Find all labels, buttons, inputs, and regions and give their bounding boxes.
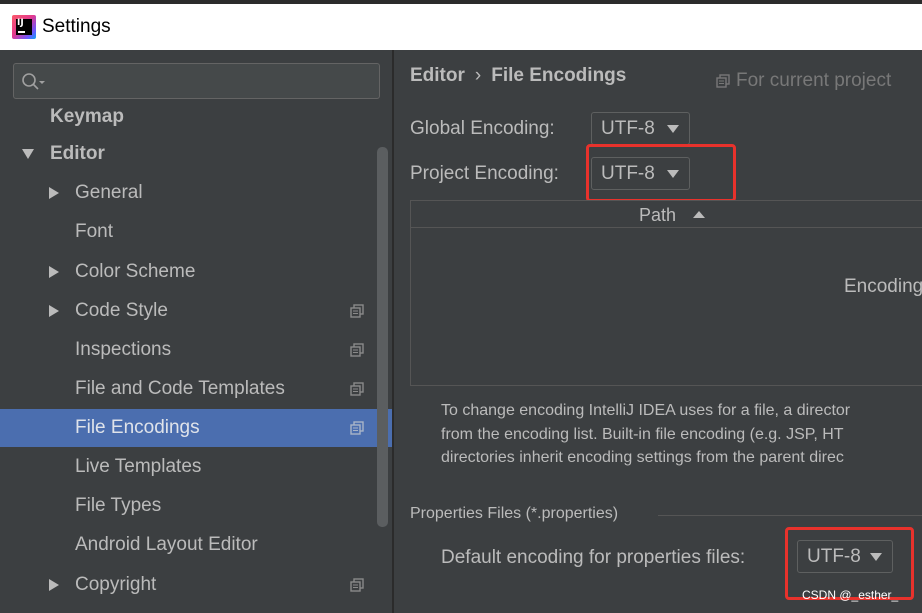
sidebar-item-label: File Encodings (75, 417, 200, 438)
sidebar-item-color-scheme[interactable]: Color Scheme (0, 253, 393, 291)
project-scope-icon (350, 343, 364, 357)
help-description: To change encoding IntelliJ IDEA uses fo… (441, 399, 850, 470)
sidebar-item-android-layout-editor[interactable]: Android Layout Editor (0, 526, 393, 564)
group-divider (658, 515, 922, 516)
sidebar-item-label: Font (75, 221, 114, 242)
scope-hint-label: For current project (736, 70, 892, 91)
sidebar-item-code-style[interactable]: Code Style (0, 292, 393, 330)
watermark: CSDN @_esther_ (802, 588, 899, 602)
column-header-encoding[interactable]: Encoding (844, 276, 922, 298)
settings-sidebar: Keymap Editor General Font Color Scheme … (0, 50, 393, 613)
help-line: from the encoding list. Built-in file en… (441, 425, 844, 443)
properties-group-title: Properties Files (*.properties) (410, 505, 619, 522)
sidebar-item-general[interactable]: General (0, 174, 393, 212)
project-scope-icon (350, 421, 364, 435)
intellij-idea-icon: IJ (12, 15, 36, 39)
sort-ascending-icon (693, 211, 705, 218)
expand-arrow-icon[interactable] (21, 147, 35, 161)
properties-default-label: Default encoding for properties files: (441, 547, 746, 568)
project-scope-icon (716, 74, 730, 88)
help-line: To change encoding IntelliJ IDEA uses fo… (441, 402, 851, 419)
collapse-arrow-icon[interactable] (47, 578, 61, 592)
scope-hint: For current project (716, 70, 891, 92)
collapse-arrow-icon[interactable] (47, 186, 61, 200)
global-encoding-value: UTF-8 (601, 117, 655, 139)
sidebar-item-label: Code Style (75, 300, 168, 321)
project-scope-icon (350, 578, 364, 592)
sidebar-item-label: General (75, 182, 143, 203)
sidebar-item-label: File and Code Templates (75, 378, 285, 399)
project-encoding-label: Project Encoding: (410, 163, 559, 184)
sidebar-item-live-templates[interactable]: Live Templates (0, 448, 393, 486)
project-scope-icon (350, 382, 364, 396)
sidebar-item-label: Color Scheme (75, 261, 196, 282)
breadcrumb-parent[interactable]: Editor (410, 65, 465, 86)
sidebar-item-label: Live Templates (75, 456, 202, 477)
sidebar-item-label: Android Layout Editor (75, 534, 258, 555)
sidebar-item-label: Copyright (75, 574, 157, 595)
search-icon (22, 73, 45, 90)
help-line: directories inherit encoding settings fr… (441, 449, 844, 466)
sidebar-item-inspections[interactable]: Inspections (0, 331, 393, 369)
encoding-table[interactable]: Path Encoding (410, 200, 922, 386)
breadcrumb-separator: › (474, 65, 482, 86)
sidebar-item-copyright[interactable]: Copyright (0, 566, 393, 604)
global-encoding-select[interactable]: UTF-8 (591, 112, 690, 145)
sidebar-item-label: File Types (75, 495, 162, 516)
breadcrumb: Editor › File Encodings (410, 65, 626, 87)
collapse-arrow-icon[interactable] (47, 304, 61, 318)
sidebar-scrollbar[interactable] (377, 147, 388, 527)
global-encoding-label: Global Encoding: (410, 118, 555, 139)
settings-content: Editor › File Encodings For current projec… (394, 50, 922, 613)
project-scope-icon (350, 304, 364, 318)
search-input[interactable] (13, 63, 380, 99)
collapse-arrow-icon[interactable] (47, 265, 61, 279)
sidebar-item-file-and-code-templates[interactable]: File and Code Templates (0, 370, 393, 408)
breadcrumb-current: File Encodings (491, 65, 627, 86)
sidebar-item-label: Inspections (75, 339, 172, 360)
sidebar-item-font[interactable]: Font (0, 213, 393, 251)
sidebar-item-label: Editor (50, 143, 105, 164)
sidebar-item-file-types[interactable]: File Types (0, 487, 393, 525)
window-title: Settings (42, 16, 111, 37)
chevron-down-icon (667, 125, 679, 133)
sidebar-item-label: Keymap (50, 106, 124, 127)
table-header: Path (411, 201, 922, 228)
sidebar-item-file-encodings[interactable]: File Encodings (0, 409, 392, 447)
annotation-highlight-box (586, 144, 736, 202)
title-bar: IJ Settings (0, 4, 922, 50)
sidebar-item-keymap[interactable]: Keymap (0, 98, 393, 136)
column-header-path[interactable]: Path (639, 205, 676, 226)
sidebar-item-editor[interactable]: Editor (0, 135, 393, 173)
